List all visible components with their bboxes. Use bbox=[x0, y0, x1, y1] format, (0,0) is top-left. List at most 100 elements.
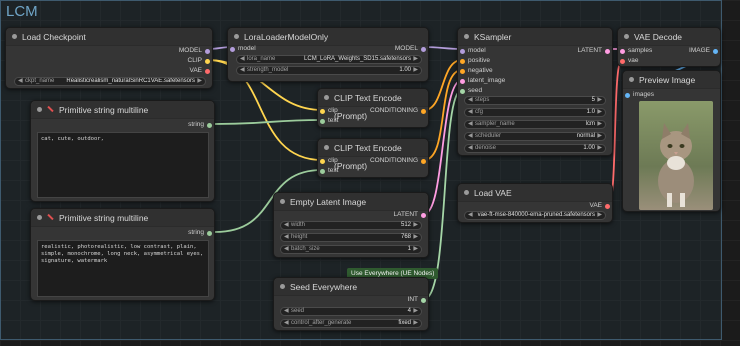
input-text[interactable]: text bbox=[320, 167, 338, 175]
arrow-right-icon[interactable]: ▶ bbox=[413, 308, 418, 315]
input-negative[interactable]: negative bbox=[460, 67, 493, 75]
output-vae[interactable]: VAE bbox=[589, 202, 610, 210]
input-text[interactable]: text bbox=[320, 117, 338, 125]
node-seed-everywhere[interactable]: Seed Everywhere INT ◀ seed 4 ▶ ◀ control_aft… bbox=[273, 277, 429, 331]
graph-canvas[interactable]: LCM Load Checkpoint MODEL CLIP VAE ◀ ckp… bbox=[0, 0, 740, 346]
arrow-right-icon[interactable]: ▶ bbox=[597, 212, 602, 219]
output-latent[interactable]: LATENT bbox=[578, 47, 610, 55]
node-lora-loader[interactable]: LoraLoaderModelOnly model MODEL ◀ lora_n… bbox=[227, 27, 429, 82]
input-negative-pin[interactable] bbox=[460, 69, 465, 74]
input-samples-pin[interactable] bbox=[620, 49, 625, 54]
node-ksampler[interactable]: KSampler model positive negative latent_… bbox=[457, 27, 613, 156]
arrow-left-icon[interactable]: ◀ bbox=[284, 246, 289, 253]
output-clip[interactable]: CLIP bbox=[188, 57, 210, 65]
node-primitive-string-negative[interactable]: Primitive string multiline string realis… bbox=[30, 208, 215, 301]
arrow-left-icon[interactable]: ◀ bbox=[284, 222, 289, 229]
output-vae[interactable]: VAE bbox=[189, 67, 210, 75]
denoise-widget[interactable]: ◀ denoise 1.00 ▶ bbox=[464, 144, 606, 153]
output-int-pin[interactable] bbox=[421, 298, 426, 303]
steps-widget[interactable]: ◀ steps 5 ▶ bbox=[464, 96, 606, 105]
input-seed[interactable]: seed bbox=[460, 87, 482, 95]
output-model[interactable]: MODEL bbox=[395, 45, 426, 53]
arrow-left-icon[interactable]: ◀ bbox=[284, 320, 289, 327]
output-conditioning[interactable]: CONDITIONING bbox=[370, 157, 426, 165]
input-latent-image[interactable]: latent_image bbox=[460, 77, 505, 85]
arrow-right-icon[interactable]: ▶ bbox=[597, 97, 602, 104]
node-collapse-dot[interactable] bbox=[37, 215, 42, 220]
arrow-right-icon[interactable]: ▶ bbox=[413, 222, 418, 229]
arrow-right-icon[interactable]: ▶ bbox=[413, 320, 418, 327]
prompt-textarea-positive[interactable]: cat, cute, outdoor, bbox=[37, 132, 209, 198]
input-model[interactable]: model bbox=[460, 47, 486, 55]
input-images-pin[interactable] bbox=[625, 93, 630, 98]
node-collapse-dot[interactable] bbox=[324, 145, 329, 150]
arrow-left-icon[interactable]: ◀ bbox=[468, 212, 473, 219]
input-clip[interactable]: clip bbox=[320, 107, 338, 115]
input-positive-pin[interactable] bbox=[460, 59, 465, 64]
output-clip-pin[interactable] bbox=[205, 59, 210, 64]
width-widget[interactable]: ◀ width 512 ▶ bbox=[280, 221, 422, 230]
input-vae-pin[interactable] bbox=[620, 59, 625, 64]
preview-image-cat[interactable] bbox=[639, 101, 713, 210]
arrow-right-icon[interactable]: ▶ bbox=[413, 67, 418, 74]
node-collapse-dot[interactable] bbox=[280, 199, 285, 204]
node-collapse-dot[interactable] bbox=[37, 107, 42, 112]
seed-widget[interactable]: ◀ seed 4 ▶ bbox=[280, 307, 422, 316]
node-collapse-dot[interactable] bbox=[629, 77, 634, 82]
input-vae[interactable]: vae bbox=[620, 57, 638, 65]
node-empty-latent-image[interactable]: Empty Latent Image LATENT ◀ width 512 ▶ ◀ he… bbox=[273, 192, 429, 258]
output-string-pin[interactable] bbox=[207, 123, 212, 128]
arrow-right-icon[interactable]: ▶ bbox=[413, 246, 418, 253]
output-latent[interactable]: LATENT bbox=[394, 211, 426, 219]
node-collapse-dot[interactable] bbox=[234, 34, 239, 39]
output-int[interactable]: INT bbox=[408, 296, 426, 304]
arrow-left-icon[interactable]: ◀ bbox=[468, 109, 473, 116]
strength-model-slider[interactable]: ◀ strength_model 1.00 ▶ bbox=[236, 66, 422, 75]
output-latent-pin[interactable] bbox=[421, 213, 426, 218]
output-model[interactable]: MODEL bbox=[179, 47, 210, 55]
input-latent-pin[interactable] bbox=[460, 79, 465, 84]
output-conditioning[interactable]: CONDITIONING bbox=[370, 107, 426, 115]
output-model-pin[interactable] bbox=[205, 49, 210, 54]
sampler-name-combo[interactable]: ◀ sampler_name lcm ▶ bbox=[464, 120, 606, 129]
node-primitive-string-positive[interactable]: Primitive string multiline string cat, c… bbox=[30, 100, 215, 202]
output-image[interactable]: IMAGE bbox=[689, 47, 718, 55]
input-samples[interactable]: samples bbox=[620, 47, 652, 55]
prompt-textarea-negative[interactable]: realistic, photorealistic, low contrast,… bbox=[37, 240, 209, 297]
input-seed-pin[interactable] bbox=[460, 89, 465, 94]
arrow-right-icon[interactable]: ▶ bbox=[597, 121, 602, 128]
group-title[interactable]: LCM bbox=[6, 3, 38, 20]
node-clip-text-encode-negative[interactable]: CLIP Text Encode (Prompt) clip text COND… bbox=[317, 138, 429, 178]
output-latent-pin[interactable] bbox=[605, 49, 610, 54]
arrow-right-icon[interactable]: ▶ bbox=[597, 109, 602, 116]
scheduler-combo[interactable]: ◀ scheduler normal ▶ bbox=[464, 132, 606, 141]
arrow-right-icon[interactable]: ▶ bbox=[413, 234, 418, 241]
lora-name-combo[interactable]: ◀ lora_name LCM_LoRA_Weights_SD15.safete… bbox=[236, 55, 422, 64]
input-clip-pin[interactable] bbox=[320, 159, 325, 164]
node-vae-decode[interactable]: VAE Decode samples vae IMAGE bbox=[617, 27, 721, 67]
arrow-right-icon[interactable]: ▶ bbox=[197, 78, 202, 85]
node-collapse-dot[interactable] bbox=[464, 34, 469, 39]
node-preview-image[interactable]: Preview Image images bbox=[622, 70, 721, 212]
input-clip[interactable]: clip bbox=[320, 157, 338, 165]
input-clip-pin[interactable] bbox=[320, 109, 325, 114]
node-load-checkpoint[interactable]: Load Checkpoint MODEL CLIP VAE ◀ ckpt_na… bbox=[5, 27, 213, 89]
node-load-vae[interactable]: Load VAE VAE ◀ vae-ft-mse-840000-ema-prun… bbox=[457, 183, 613, 223]
arrow-left-icon[interactable]: ◀ bbox=[468, 97, 473, 104]
output-string-pin[interactable] bbox=[207, 231, 212, 236]
node-collapse-dot[interactable] bbox=[624, 34, 629, 39]
arrow-left-icon[interactable]: ◀ bbox=[18, 78, 23, 85]
output-vae-pin[interactable] bbox=[605, 204, 610, 209]
arrow-right-icon[interactable]: ▶ bbox=[597, 133, 602, 140]
arrow-left-icon[interactable]: ◀ bbox=[468, 145, 473, 152]
cfg-widget[interactable]: ◀ cfg 1.0 ▶ bbox=[464, 108, 606, 117]
output-image-pin[interactable] bbox=[713, 49, 718, 54]
ckpt-name-combo[interactable]: ◀ ckpt_name Realisticrealism_naturalSinR… bbox=[14, 77, 206, 86]
input-model[interactable]: model bbox=[230, 45, 256, 53]
input-images[interactable]: images bbox=[625, 91, 654, 99]
output-string[interactable]: string bbox=[188, 229, 212, 237]
node-collapse-dot[interactable] bbox=[280, 284, 285, 289]
arrow-left-icon[interactable]: ◀ bbox=[468, 133, 473, 140]
output-conditioning-pin[interactable] bbox=[421, 159, 426, 164]
output-conditioning-pin[interactable] bbox=[421, 109, 426, 114]
